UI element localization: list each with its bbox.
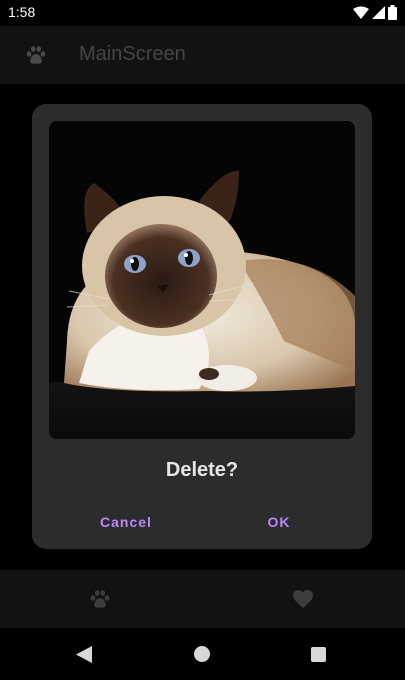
system-nav (0, 628, 405, 680)
battery-icon (388, 5, 397, 20)
delete-dialog: Delete? Cancel OK (32, 104, 372, 549)
ok-button[interactable]: OK (256, 509, 302, 535)
wifi-icon (353, 6, 369, 19)
cat-photo (49, 121, 355, 439)
back-icon[interactable] (76, 646, 92, 663)
status-bar: 1:58 (0, 0, 405, 26)
heart-icon[interactable] (291, 587, 315, 611)
dialog-title: Delete? (165, 459, 239, 481)
paw-icon[interactable] (88, 587, 112, 611)
paw-icon (26, 46, 46, 64)
bottom-nav (0, 570, 405, 628)
home-icon[interactable] (194, 646, 210, 662)
cancel-button[interactable]: Cancel (88, 509, 164, 535)
status-time: 1:58 (8, 4, 36, 20)
recents-icon[interactable] (311, 647, 326, 662)
cat-illustration (49, 121, 355, 439)
status-icons (353, 5, 397, 20)
signal-icon (372, 6, 385, 19)
app-bar-title: MainScreen (79, 43, 186, 65)
app-bar: MainScreen (0, 26, 405, 84)
